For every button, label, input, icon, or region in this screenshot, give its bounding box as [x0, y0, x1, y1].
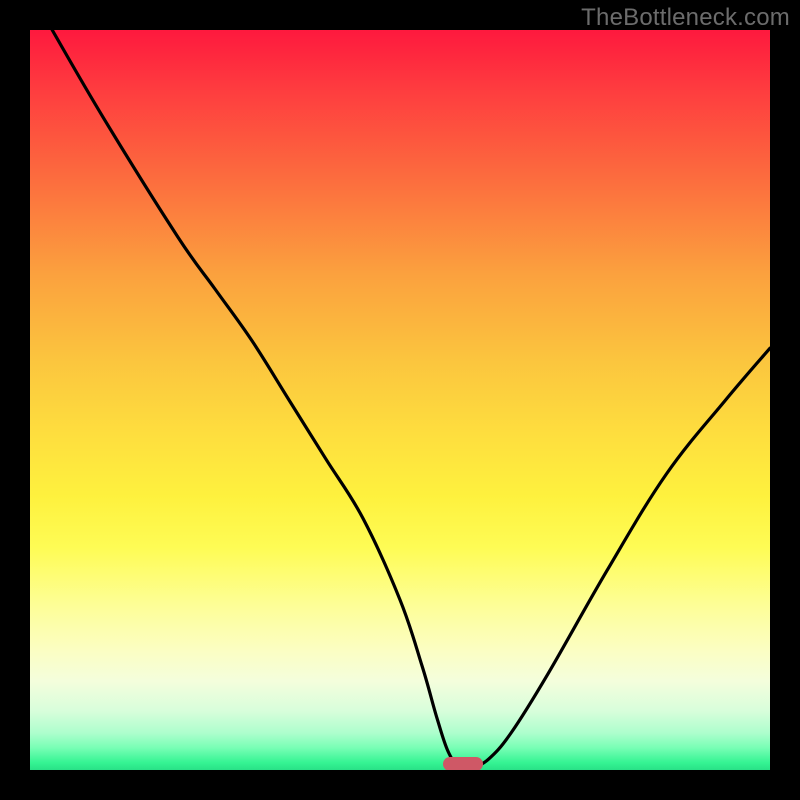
optimum-marker [443, 757, 483, 770]
plot-area [30, 30, 770, 770]
chart-frame: TheBottleneck.com [0, 0, 800, 800]
watermark-label: TheBottleneck.com [581, 4, 790, 32]
bottleneck-curve [30, 30, 770, 770]
